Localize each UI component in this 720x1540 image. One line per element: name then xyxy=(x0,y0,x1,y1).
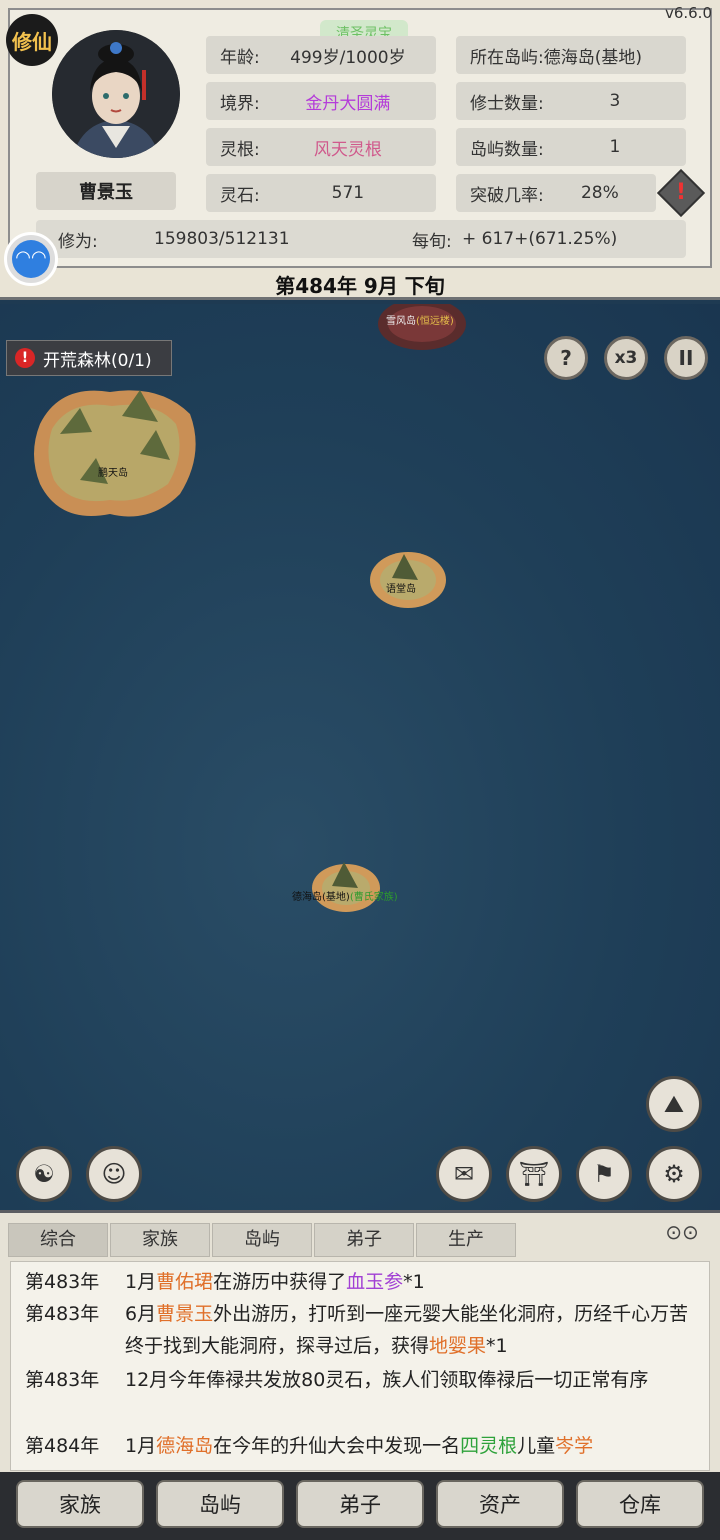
map-islands-layer xyxy=(34,304,466,912)
stones-value: 571 xyxy=(331,183,365,203)
spirit-stones-row: 灵石: 571 xyxy=(206,174,436,212)
quest-tracker[interactable]: ! 开荒森林(0/1) xyxy=(6,340,172,376)
nav-assets[interactable]: 资产 xyxy=(436,1480,564,1528)
cultivation-row: 修为: 159803/512131 每旬: + 617+(671.25%) xyxy=(36,220,686,258)
realm-value: 金丹大圆满 xyxy=(305,93,391,114)
quest-alert-icon: ! xyxy=(15,348,35,368)
log-highlight: 德海岛 xyxy=(156,1435,214,1457)
nav-islands[interactable]: 岛屿 xyxy=(156,1480,284,1528)
log-entry-text: 12月今年俸禄共发放80灵石，族人们领取俸禄后一切正常有序 xyxy=(125,1364,705,1396)
age-row: 年龄: 499岁/1000岁 xyxy=(206,36,436,74)
stones-label: 灵石: xyxy=(220,185,260,206)
divination-icon[interactable]: ☯ xyxy=(16,1146,72,1202)
island-name: 德海岛(基地) xyxy=(292,892,350,903)
island-label-mid[interactable]: 语堂岛 xyxy=(386,580,416,595)
game-date: 第484年 9月 下旬 xyxy=(275,274,445,298)
age-label: 年龄: xyxy=(220,47,260,68)
island-label-north[interactable]: 雪风岛(恒远楼) xyxy=(386,312,454,327)
log-text: 1月 xyxy=(125,1435,157,1457)
breakthrough-label: 突破几率: xyxy=(470,185,544,206)
log-entry-year: 第483年 xyxy=(25,1369,100,1391)
log-tab-production[interactable]: 生产 xyxy=(416,1223,516,1257)
log-list[interactable]: 第483年 1月曹佑珺在游历中获得了血玉参*1 第483年 6月曹景玉外出游历，打听到… xyxy=(10,1261,710,1471)
character-icon[interactable]: ☺ xyxy=(86,1146,142,1202)
log-text: 在今年的升仙大会中发现一名 xyxy=(213,1435,461,1457)
character-panel: v6.6.0 修仙 清圣灵宝 曹景玉 年龄: 499岁/1000岁 境界: 金丹… xyxy=(0,0,720,300)
game-logo[interactable]: 修仙 xyxy=(6,14,58,66)
scroll-toggle-icon[interactable]: ⊙⊙ xyxy=(658,1220,706,1244)
cultivators-value: 3 xyxy=(609,91,621,111)
realm-label: 境界: xyxy=(220,93,260,114)
islands-count-row: 岛屿数量: 1 xyxy=(456,128,686,166)
temple-icon[interactable]: ⛩ xyxy=(506,1146,562,1202)
per-period-label: 每旬: xyxy=(412,231,452,252)
character-name[interactable]: 曹景玉 xyxy=(36,172,176,210)
log-text: 6月 xyxy=(125,1303,157,1325)
island-name: 雪风岛 xyxy=(386,316,416,327)
quest-label: 开荒森林(0/1) xyxy=(43,350,152,371)
log-entry-year: 第484年 xyxy=(25,1435,100,1457)
cultivation-value: 159803/512131 xyxy=(154,229,290,249)
cultivators-label: 修士数量: xyxy=(470,93,544,114)
log-tab-islands[interactable]: 岛屿 xyxy=(212,1223,312,1257)
log-text: *1 xyxy=(403,1271,425,1293)
scroll-icon[interactable]: ✉ xyxy=(436,1146,492,1202)
log-tab-family[interactable]: 家族 xyxy=(110,1223,210,1257)
log-text: 1月 xyxy=(125,1271,157,1293)
portrait-icon xyxy=(52,30,180,158)
realm-row: 境界: 金丹大圆满 xyxy=(206,82,436,120)
nav-family[interactable]: 家族 xyxy=(16,1480,144,1528)
log-highlight: 曹景玉 xyxy=(156,1303,214,1325)
root-label: 灵根: xyxy=(220,139,260,160)
log-tab-general[interactable]: 综合 xyxy=(8,1223,108,1257)
log-entry-year: 第483年 xyxy=(25,1271,100,1293)
log-highlight: 岑学 xyxy=(555,1435,594,1457)
log-text: 儿童 xyxy=(517,1435,556,1457)
breakthrough-value: 28% xyxy=(580,183,619,203)
log-highlight: 血玉参 xyxy=(346,1271,404,1293)
log-entry-text: 1月曹佑珺在游历中获得了血玉参*1 xyxy=(125,1266,705,1298)
mountain-icon[interactable]: ⛰ xyxy=(646,1076,702,1132)
per-period-value: + 617+(671.25%) xyxy=(462,229,618,249)
help-button[interactable]: ? xyxy=(544,336,588,380)
log-text: 在游历中获得了 xyxy=(213,1271,347,1293)
log-highlight: 地婴果 xyxy=(429,1335,487,1357)
character-portrait[interactable] xyxy=(52,30,180,158)
flag-icon[interactable]: ⚑ xyxy=(576,1146,632,1202)
event-log-panel: 综合 家族 岛屿 弟子 生产 第483年 1月曹佑珺在游历中获得了血玉参*1 第48… xyxy=(0,1210,720,1472)
location-label: 所在岛屿: xyxy=(470,47,544,68)
cultivation-label: 修为: xyxy=(58,231,98,252)
island-label-west[interactable]: 鹏天岛 xyxy=(98,464,128,479)
island-label-home[interactable]: 德海岛(基地)(曹氏家族) xyxy=(292,888,398,903)
log-entry-year: 第483年 xyxy=(25,1303,100,1325)
breakthrough-row: 突破几率: 28% xyxy=(456,174,656,212)
island-tag: (曹氏家族) xyxy=(349,892,398,903)
cultivators-row: 修士数量: 3 xyxy=(456,82,686,120)
spirit-root-row: 灵根: 风天灵根 xyxy=(206,128,436,166)
log-highlight: 曹佑珺 xyxy=(156,1271,214,1293)
log-highlight: 四灵根 xyxy=(460,1435,518,1457)
log-text: 12月今年俸禄共发放80灵石，族人们领取俸禄后一切正常有序 xyxy=(125,1369,649,1391)
log-text: *1 xyxy=(486,1335,508,1357)
age-value: 499岁/1000岁 xyxy=(290,47,406,68)
root-value: 风天灵根 xyxy=(313,139,382,160)
log-tab-disciples[interactable]: 弟子 xyxy=(314,1223,414,1257)
version-label: v6.6.0 xyxy=(664,4,712,22)
log-entry-text: 6月曹景玉外出游历，打听到一座元婴大能坐化洞府，历经千心万苦终于找到大能洞府，探… xyxy=(125,1298,705,1362)
bottom-nav: 家族 岛屿 弟子 资产 仓库 xyxy=(0,1472,720,1540)
speed-button[interactable]: x3 xyxy=(604,336,648,380)
location-row: 所在岛屿: 德海岛(基地) xyxy=(456,36,686,74)
settings-gear-icon[interactable]: ⚙ xyxy=(646,1146,702,1202)
log-entry-text: 1月德海岛在今年的升仙大会中发现一名四灵根儿童岑学 xyxy=(125,1430,705,1462)
islands-value: 1 xyxy=(609,137,621,157)
pause-button[interactable]: II xyxy=(664,336,708,380)
location-value: 德海岛(基地) xyxy=(543,47,642,68)
nav-disciples[interactable]: 弟子 xyxy=(296,1480,424,1528)
island-tag: (恒远楼) xyxy=(416,316,454,327)
world-map[interactable]: 雪风岛(恒远楼) 鹏天岛 语堂岛 德海岛(基地)(曹氏家族) xyxy=(0,304,720,1210)
nav-warehouse[interactable]: 仓库 xyxy=(576,1480,704,1528)
islands-label: 岛屿数量: xyxy=(470,139,544,160)
